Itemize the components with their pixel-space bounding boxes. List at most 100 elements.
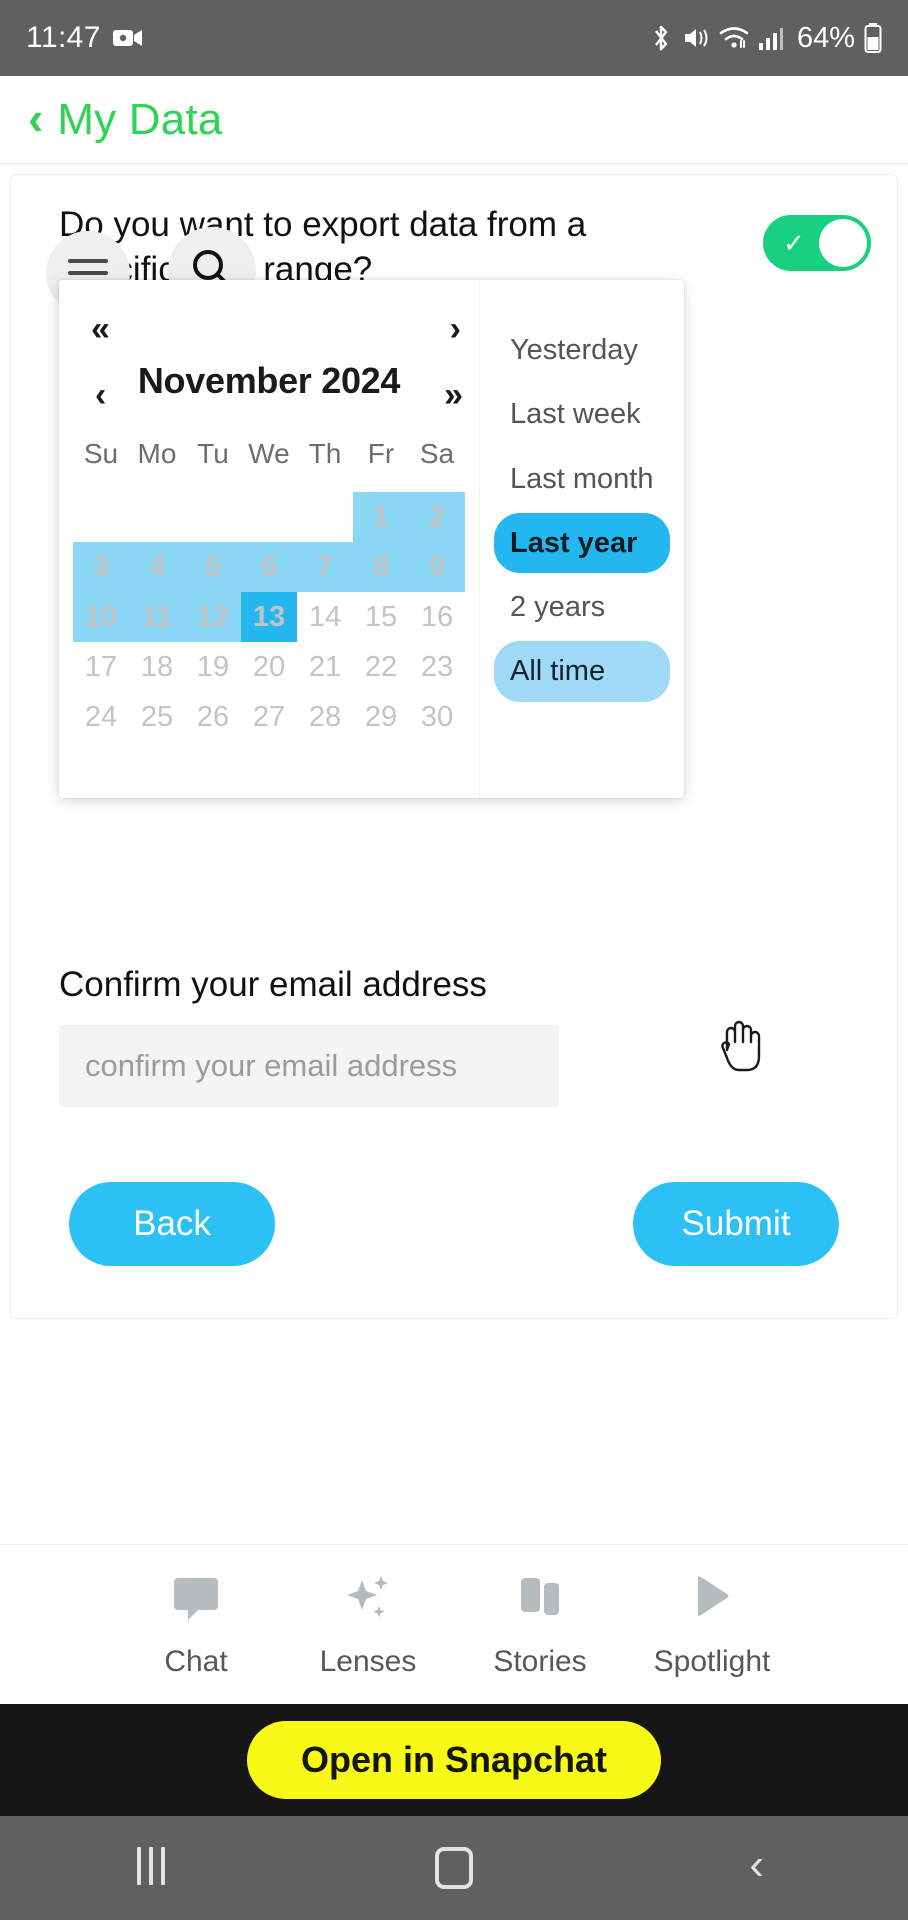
weekday-header: Fr [367,438,395,469]
wifi-icon [719,25,749,51]
calendar-day-cell[interactable]: 7 [297,542,353,592]
calendar-day-cell[interactable]: 24 [73,692,129,742]
tab-stories[interactable]: Stories [454,1570,626,1679]
date-range-picker: « ‹ › » November 2024 Su Mo Tu We Th Fr Sa 123… [59,280,761,1072]
recents-button[interactable] [91,1816,211,1920]
status-time: 11:47 [26,21,101,54]
back-nav-button[interactable]: ‹ [697,1816,817,1920]
tab-spotlight[interactable]: Spotlight [626,1570,798,1679]
tab-chat[interactable]: Chat [110,1570,282,1679]
mouse-cursor-icon [721,1020,761,1072]
calendar-week-row: 12 [73,492,465,542]
weekday-header: Tu [197,438,229,469]
preset-last-week[interactable]: Last week [494,384,670,444]
calendar-week-row: 10 11 12 13 14 15 16 [73,592,465,642]
calendar-cell-empty [185,492,241,542]
calendar-cell-empty [73,492,129,542]
bottom-tab-bar: Chat Lenses Stories Spotlight [0,1544,908,1704]
tab-label: Lenses [319,1645,417,1678]
preset-last-year[interactable]: Last year [494,512,670,573]
calendar-day-cell[interactable]: 11 [129,592,185,642]
date-preset-list: Yesterday Last week Last month Last year 2 y… [479,280,684,798]
calendar-day-cell[interactable]: 6 [241,542,297,592]
check-icon: ✓ [783,228,805,258]
calendar-day-cell[interactable]: 26 [185,692,241,742]
calendar-day-cell[interactable]: 28 [297,692,353,742]
calendar-day-cell[interactable]: 1 [353,492,409,542]
battery-percent: 64% [796,21,855,54]
preset-2-years[interactable]: 2 years [494,577,670,637]
calendar-day-cell[interactable]: 8 [353,542,409,592]
preset-all-time[interactable]: All time [494,641,670,702]
cellular-signal-icon [758,25,784,51]
recents-icon [133,1846,169,1890]
page-body: Do you want to export data from a specif… [0,164,908,1544]
calendar-day-cell[interactable]: 27 [241,692,297,742]
play-triangle-icon [684,1570,740,1631]
calendar-day-cell[interactable]: 25 [129,692,185,742]
tab-label: Stories [493,1645,587,1678]
prev-year-button[interactable]: « [91,312,110,346]
email-field-group: Confirm your email address [11,965,897,1107]
back-button[interactable]: ‹ [28,95,43,141]
calendar-week-row: 17 18 19 20 21 22 23 [73,642,465,692]
weekday-header: Th [308,438,342,469]
calendar-day-cell[interactable]: 18 [129,642,185,692]
status-bar: 11:47 64% [0,0,908,76]
tab-label: Spotlight [653,1645,771,1678]
calendar-day-cell[interactable]: 5 [185,542,241,592]
email-input[interactable] [59,1024,559,1107]
calendar-day-cell[interactable]: 12 [185,592,241,642]
bluetooth-icon [649,23,673,53]
calendar-day-cell[interactable]: 30 [409,692,465,742]
next-year-button[interactable]: » [444,378,463,412]
toggle-knob [819,219,867,267]
calendar-day-cell[interactable]: 14 [297,592,353,642]
open-in-snapchat-button[interactable]: Open in Snapchat [246,1721,662,1799]
calendar-day-cell[interactable]: 20 [241,642,297,692]
submit-button[interactable]: Submit [633,1182,839,1266]
home-button[interactable] [394,1816,514,1920]
calendar-day-cell[interactable]: 2 [409,492,465,542]
calendar-day-cell[interactable]: 13 [241,592,297,642]
calendar-day-cell[interactable]: 9 [409,542,465,592]
calendar-day-cell[interactable]: 15 [353,592,409,642]
calendar: « ‹ › » November 2024 Su Mo Tu We Th Fr Sa 123… [59,280,479,798]
preset-last-month[interactable]: Last month [494,449,670,509]
page-header: ‹ My Data [0,76,908,164]
screen-recorder-icon [112,27,143,49]
calendar-day-cell[interactable]: 29 [353,692,409,742]
stories-cards-icon [512,1570,568,1631]
calendar-day-cell[interactable]: 19 [185,642,241,692]
calendar-week-row: 24 25 26 27 28 29 30 [73,692,465,742]
back-button-action[interactable]: Back [69,1182,275,1266]
status-bar-left: 11:47 [26,21,143,55]
prev-month-button[interactable]: ‹ [95,378,106,412]
calendar-day-cell[interactable]: 22 [353,642,409,692]
calendar-week-row: 3456789 [73,542,465,592]
phone-screen: 11:47 64% ‹ My Data Do you want to expor… [0,0,908,1920]
calendar-day-cell[interactable]: 3 [73,542,129,592]
calendar-day-cell[interactable]: 17 [73,642,129,692]
calendar-day-cell[interactable]: 16 [409,592,465,642]
date-range-toggle[interactable]: ✓ [763,215,871,271]
weekday-header: Su [83,438,119,469]
calendar-day-cell[interactable]: 23 [409,642,465,692]
tab-label: Chat [164,1645,228,1678]
status-bar-right: 64% [649,22,882,55]
battery-icon [864,23,882,53]
tab-lenses[interactable]: Lenses [282,1570,454,1679]
calendar-weekday-row: Su Mo Tu We Th Fr Sa [73,438,465,492]
calendar-body: 1 2 3 4 5 6 7 8 9 10 11 12 13 14 15 16 17 18 19 20 21 22 23 24 2… [73,492,465,742]
weekday-header: Mo [137,438,177,469]
calendar-day-cell[interactable]: 4 [129,542,185,592]
calendar-day-cell[interactable]: 21 [297,642,353,692]
calendar-cell-empty [297,492,353,542]
home-icon [434,1847,473,1889]
preset-yesterday[interactable]: Yesterday [494,320,670,380]
back-icon: ‹ [749,1840,764,1889]
next-month-button[interactable]: › [450,312,461,346]
calendar-day-cell[interactable]: 10 [73,592,129,642]
chat-bubble-icon [168,1570,224,1631]
calendar-grid: Su Mo Tu We Th Fr Sa 1 2 3 4 5 6 7 8 9 10 11 12 13 14 15 16 17… [73,438,465,742]
